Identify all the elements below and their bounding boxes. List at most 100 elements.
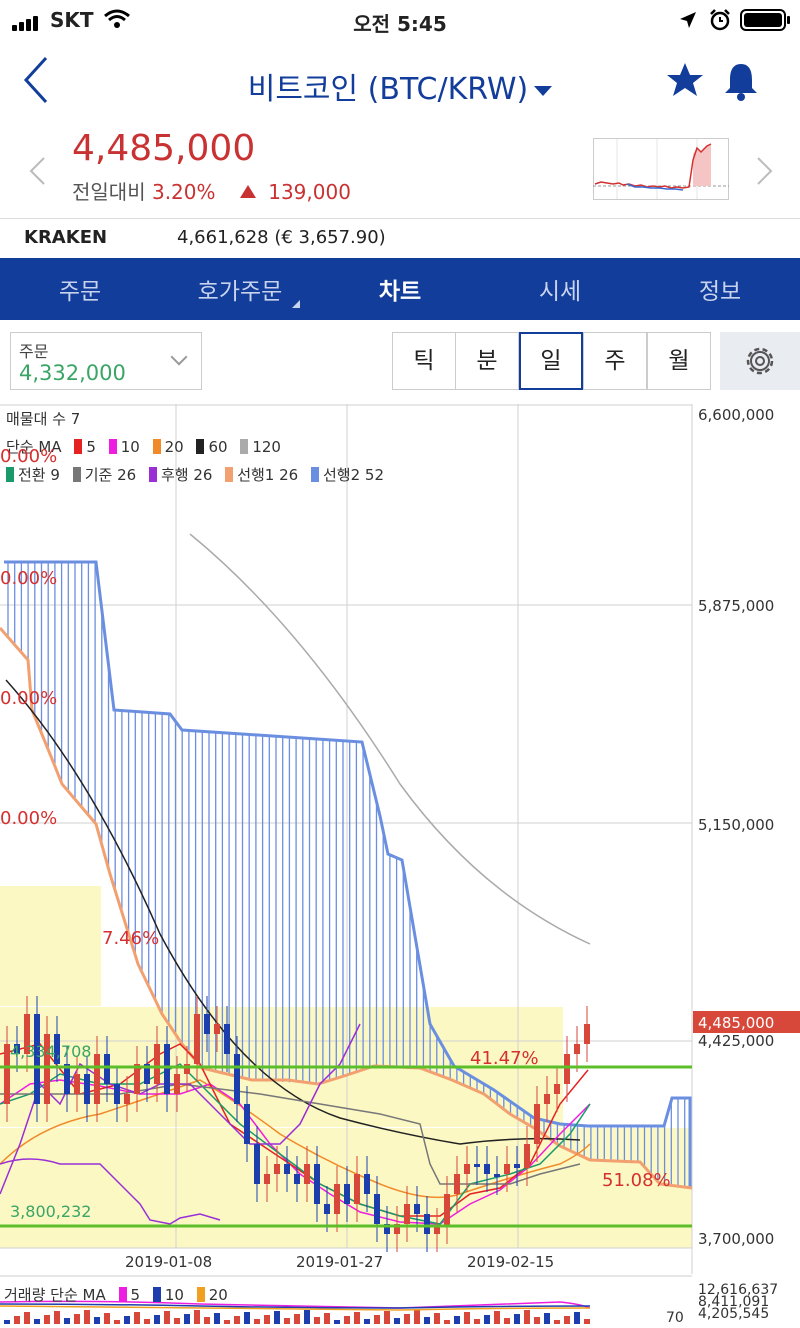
- tab-chart[interactable]: 차트: [320, 272, 480, 306]
- volume-bar: [244, 1312, 250, 1324]
- ma20-label: 20: [164, 438, 184, 456]
- period-tick-button[interactable]: 틱: [392, 332, 456, 390]
- volume-legend-title: 거래량 단순 MA: [4, 1286, 106, 1304]
- chevron-right-icon[interactable]: [756, 156, 774, 186]
- profile-pct-2: 0.00%: [0, 568, 58, 589]
- current-price: 4,485,000: [72, 128, 256, 169]
- order-dropdown[interactable]: 주문 4,332,000: [10, 332, 202, 390]
- candle-body: [464, 1164, 470, 1174]
- volume-bar: [144, 1319, 150, 1324]
- candle-body: [174, 1074, 180, 1094]
- leading2-label: 선행2 52: [322, 466, 384, 484]
- volume-ma20-swatch: [196, 1287, 205, 1302]
- ma120-label: 120: [252, 438, 281, 456]
- settings-button[interactable]: [720, 332, 800, 390]
- volume-bar: [24, 1312, 30, 1324]
- candle-body: [294, 1174, 300, 1184]
- candle-body: [424, 1214, 430, 1234]
- mini-chart[interactable]: [593, 138, 729, 200]
- volume-bar: [234, 1316, 240, 1324]
- profile-pct-7: 51.08%: [602, 1170, 671, 1191]
- volume-bar: [424, 1317, 430, 1324]
- volume-bar: [94, 1317, 100, 1324]
- volume-bar: [134, 1312, 140, 1324]
- period-minute-button[interactable]: 분: [455, 332, 519, 390]
- candle-body: [214, 1024, 220, 1034]
- volume-bar: [474, 1319, 480, 1324]
- candle-body: [104, 1054, 110, 1084]
- volume-bar: [314, 1317, 320, 1324]
- chevron-left-icon[interactable]: [28, 156, 46, 186]
- location-icon: [680, 12, 696, 28]
- volume-bar: [224, 1320, 230, 1324]
- volume-bar: [164, 1311, 170, 1324]
- leading2-swatch: [310, 467, 319, 482]
- volume-bar: [354, 1312, 360, 1324]
- candle-body: [414, 1204, 420, 1214]
- candle-body: [224, 1024, 230, 1054]
- volume-bar: [484, 1315, 490, 1324]
- volume-bar: [304, 1310, 310, 1324]
- chart-toolbar: 주문 4,332,000 틱 분 일 주 월: [0, 320, 800, 404]
- kraken-row: KRAKEN 4,661,628 (€ 3,657.90): [0, 218, 800, 258]
- profile-pct-4: 0.00%: [0, 808, 58, 829]
- volume-bar: [284, 1318, 290, 1324]
- volume-bar: [44, 1315, 50, 1324]
- candle-body: [484, 1164, 490, 1174]
- price-tick: 4,425,000: [698, 1032, 775, 1050]
- volume-bar: [34, 1319, 40, 1324]
- profile-pct-5: 7.46%: [102, 928, 160, 949]
- candle-body: [534, 1104, 540, 1144]
- volume-bar: [294, 1314, 300, 1324]
- bell-icon[interactable]: [722, 60, 760, 102]
- current-price-label: 4,485,000: [698, 1014, 775, 1032]
- tab-corner-icon: [292, 300, 300, 308]
- candle-body: [254, 1144, 260, 1184]
- candle-body: [584, 1024, 590, 1044]
- volume-bar: [394, 1318, 400, 1324]
- volume-bar: [114, 1320, 120, 1324]
- volume-ma10-swatch: [152, 1287, 161, 1302]
- volume-bar: [384, 1311, 390, 1324]
- low-level-label: 3,800,232: [10, 1202, 92, 1221]
- tab-info[interactable]: 정보: [640, 272, 800, 306]
- candle-body: [494, 1174, 500, 1177]
- volume-bar: [514, 1314, 520, 1324]
- volume-bar: [84, 1310, 90, 1324]
- candle-body: [274, 1164, 280, 1174]
- volume-bar: [194, 1310, 200, 1324]
- candle-body: [124, 1094, 130, 1104]
- volume-bars: [4, 1310, 590, 1324]
- candle-body: [244, 1104, 250, 1144]
- candle-body: [344, 1184, 350, 1204]
- period-month-button[interactable]: 월: [647, 332, 711, 390]
- tab-market[interactable]: 시세: [480, 272, 640, 306]
- period-day-button[interactable]: 일: [519, 332, 583, 390]
- candle-body: [444, 1194, 450, 1226]
- star-icon[interactable]: [666, 62, 704, 98]
- volume-bar: [274, 1311, 280, 1324]
- candle-body: [194, 1014, 200, 1064]
- profile-pct-6: 41.47%: [470, 1048, 539, 1069]
- volume-bar: [334, 1320, 340, 1324]
- candle-body: [554, 1084, 560, 1094]
- candle-body: [164, 1044, 170, 1094]
- lagging-swatch: [148, 467, 157, 482]
- volume-bar: [344, 1316, 350, 1324]
- candle-body: [264, 1174, 270, 1184]
- candle-body: [564, 1054, 570, 1084]
- volume-bar: [104, 1313, 110, 1324]
- period-week-button[interactable]: 주: [583, 332, 647, 390]
- exchange-name: KRAKEN: [24, 227, 108, 248]
- candle-body: [404, 1204, 410, 1224]
- volume-bar: [574, 1312, 580, 1324]
- volume-bar: [4, 1320, 10, 1324]
- volume-ma20-label: 20: [208, 1286, 228, 1304]
- leading1-label: 선행1 26: [237, 466, 299, 484]
- ichimoku-legend: 전환 9 기준 26 후행 26 선행1 26 선행2 52: [0, 464, 384, 485]
- price-chart[interactable]: 매물대 수 7 단순 MA 5 10 20 60 120 전환 9 기준 26 …: [0, 404, 800, 1328]
- tab-order[interactable]: 주문: [0, 272, 160, 306]
- change-percent: 3.20%: [151, 180, 216, 204]
- price-tick: 5,875,000: [698, 597, 775, 615]
- app-header: 비트코인 (BTC/KRW): [0, 44, 800, 120]
